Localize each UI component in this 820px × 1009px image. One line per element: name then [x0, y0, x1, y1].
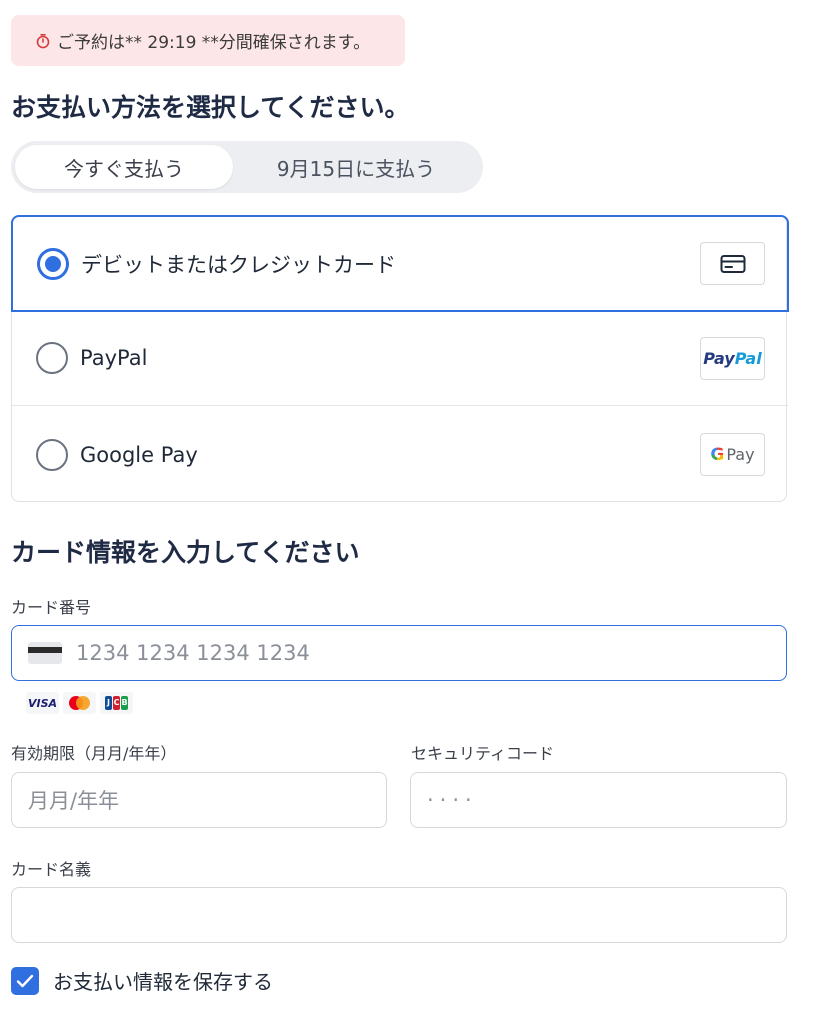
card-brand-row: VISA JCB	[26, 692, 133, 714]
jcb-logo: JCB	[100, 692, 133, 714]
card-number-input[interactable]: 1234 1234 1234 1234	[11, 625, 787, 681]
method-paypal-label: PayPal	[80, 346, 148, 370]
save-payment-row[interactable]: お支払い情報を保存する	[11, 966, 273, 995]
cardholder-label: カード名義	[11, 860, 92, 879]
cvc-label: セキュリティコード	[411, 744, 555, 763]
expiry-label: 有効期限（月月/年年）	[11, 744, 177, 763]
credit-card-icon	[720, 254, 745, 273]
card-badge	[700, 242, 765, 285]
visa-logo: VISA	[26, 692, 59, 714]
timer-text: ご予約は** 29:19 **分間確保されます。	[57, 33, 371, 53]
mastercard-logo	[63, 692, 96, 714]
save-payment-checkbox[interactable]	[11, 966, 39, 995]
paypal-badge: PayPal	[700, 337, 765, 380]
stopwatch-icon	[36, 33, 50, 48]
method-google-pay-label: Google Pay	[80, 442, 198, 467]
card-number-placeholder: 1234 1234 1234 1234	[76, 641, 310, 665]
pay-now-option[interactable]: 今すぐ支払う	[15, 145, 233, 189]
reservation-timer-banner: ご予約は** 29:19 **分間確保されます。	[11, 15, 405, 66]
radio-card[interactable]	[37, 247, 69, 280]
expiry-placeholder: 月月/年年	[28, 789, 120, 813]
checkmark-icon	[16, 974, 34, 987]
google-pay-badge: G Pay	[700, 433, 765, 476]
method-paypal[interactable]: PayPal PayPal	[12, 311, 788, 406]
method-card[interactable]: デビットまたはクレジットカード	[11, 215, 789, 312]
paypal-logo: PayPal	[703, 349, 762, 368]
pay-timing-toggle: 今すぐ支払う 9月15日に支払う	[11, 141, 483, 193]
card-info-title: カード情報を入力してください	[11, 538, 360, 567]
radio-paypal[interactable]	[36, 342, 68, 374]
card-number-label: カード番号	[11, 598, 92, 617]
save-payment-label: お支払い情報を保存する	[53, 970, 273, 994]
card-chip-icon	[28, 642, 62, 664]
method-google-pay[interactable]: Google Pay G Pay	[12, 407, 788, 502]
radio-dot	[45, 255, 61, 272]
payment-method-list: デビットまたはクレジットカード PayPal PayPal Google Pay…	[11, 215, 789, 502]
cvc-placeholder: ····	[427, 788, 478, 812]
radio-google-pay[interactable]	[36, 438, 68, 471]
google-pay-logo: G Pay	[710, 444, 755, 465]
method-card-label: デビットまたはクレジットカード	[81, 252, 396, 277]
cvc-input[interactable]: ····	[410, 772, 787, 828]
expiry-input[interactable]: 月月/年年	[11, 772, 387, 828]
payment-method-title: お支払い方法を選択してください。	[11, 93, 410, 122]
cardholder-input[interactable]	[11, 887, 787, 943]
pay-later-option[interactable]: 9月15日に支払う	[233, 145, 479, 189]
